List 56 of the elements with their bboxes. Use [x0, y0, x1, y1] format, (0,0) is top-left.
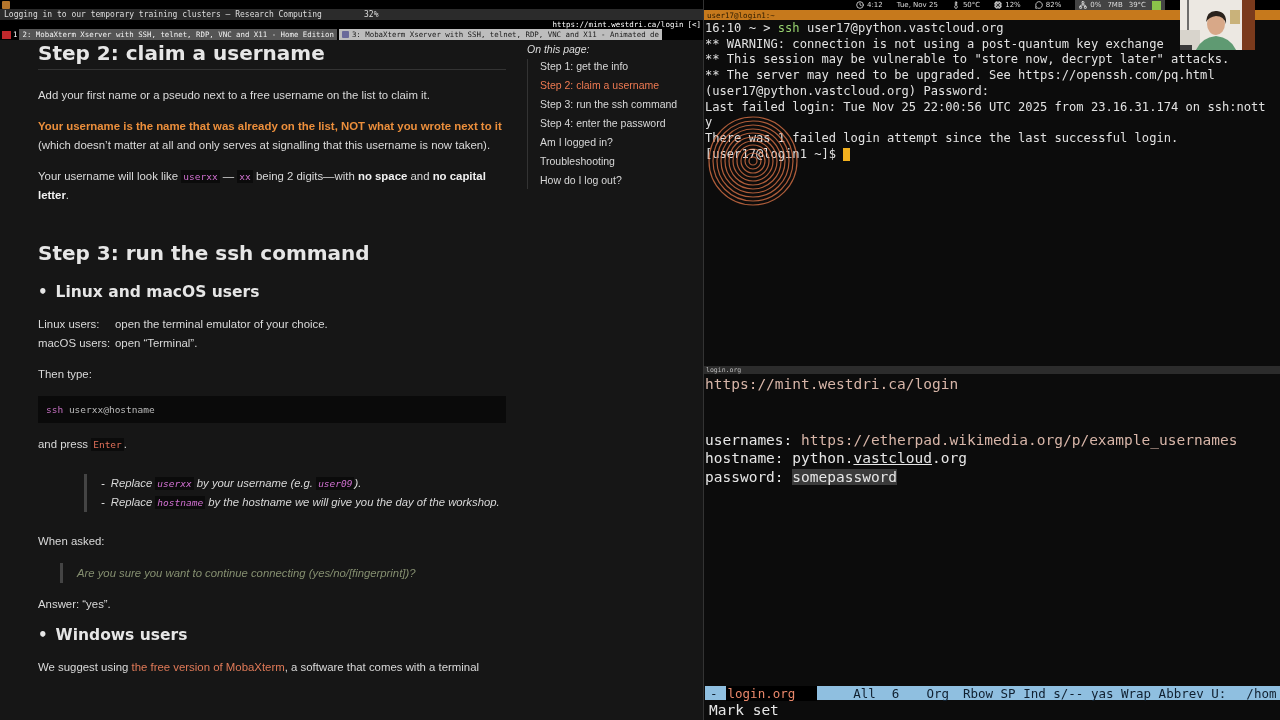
app-icon [341, 31, 349, 38]
terminal-line: ** This session may be vulnerable to "store now, decrypt later" attacks. [705, 52, 1231, 69]
editor-line: hostname: python.vastcloud.org [705, 449, 968, 468]
section-heading: Step 3: run the ssh command [38, 241, 371, 265]
chat-bubble-icon [1034, 1, 1043, 9]
terminal-line: Last failed login: Tue Nov 25 22:00:56 UTC 2025 from 23.16.31.174 on ssh:nott [705, 99, 1267, 116]
paragraph: Add your first name or a pseudo next to a free username on the list to claim it. [38, 88, 431, 103]
terminal-line: (user17@python.vastcloud.org) Password: [705, 83, 990, 100]
paragraph: and press Enter . [38, 437, 128, 453]
app-icon [2, 0, 10, 9]
chip-icon [994, 1, 1003, 9]
paragraph: Your username will look like userxx — xx being 2 digits—with no space and no capital letter. [38, 169, 487, 203]
terminal-line: 16:10 ~ > ssh user17@python.vastcloud.org [705, 21, 1005, 37]
terminal-line: ** WARNING: connection is not using a post-quantum key exchange [705, 36, 1165, 53]
note-text: Replace hostname by the hostname we will give you the day of the workshop. [110, 495, 500, 511]
toc-title: On this page: [527, 43, 591, 55]
paragraph: Your username is the name that was already on the list, NOT what you wrote next to it (which doesn’t matter at all and only serves at signalling that this username is now taken). [38, 119, 503, 153]
toc-link[interactable]: Step 2: claim a username [540, 78, 697, 94]
thermometer-icon [951, 1, 960, 9]
network-icon [1079, 1, 1088, 9]
status-indicator [1152, 0, 1161, 10]
paragraph: When asked: [38, 534, 106, 549]
terminal-line: ** The server may need to be upgraded. See https://openssh.com/pq.html [705, 68, 1216, 84]
term-label: macOS users: [38, 336, 112, 351]
paragraph: Then type: [38, 367, 93, 382]
app-icon [2, 30, 11, 39]
subsection-heading: Windows users [55, 626, 188, 644]
subsection-heading: Linux and macOS users [55, 283, 260, 301]
window-title: Logging in to our temporary training clusters — Research Computing [4, 10, 323, 19]
dash: - [101, 476, 105, 491]
term-label: Linux users: [38, 317, 101, 332]
doc-link[interactable]: the free version of MobaXterm [131, 661, 285, 673]
clock-icon [855, 1, 864, 9]
toc-link[interactable]: Am I logged in? [540, 135, 697, 151]
term-description: open “Terminal”. [115, 336, 199, 351]
toc-link[interactable]: Troubleshooting [540, 154, 697, 170]
url-link[interactable]: https://mint.westdri.ca/login [705, 375, 1280, 394]
bullet: • [38, 283, 48, 301]
paragraph: Answer: “yes”. [38, 597, 112, 612]
code-block: ssh userxx@hostname [38, 396, 506, 423]
bullet: • [38, 626, 48, 644]
quote-text: Are you sure you want to continue connecting (yes/no/[fingerprint])? [77, 566, 416, 581]
note-text: Replace userxx by your username (e.g. user09 ). [110, 476, 362, 492]
term-description: open the terminal emulator of your choice. [115, 317, 329, 332]
minibuffer-message: Mark set [708, 701, 780, 720]
scroll-percent: 32% [364, 10, 379, 19]
editor-line: password: somepassword [705, 467, 899, 486]
toc-link[interactable]: Step 1: get the info [540, 59, 697, 75]
toc-link[interactable]: How do I log out? [540, 173, 697, 189]
toc-link[interactable]: Step 3: run the ssh command [540, 97, 697, 113]
editor-line: usernames: https://etherpad.wikimedia.org/p/example_usernames [705, 430, 1239, 449]
paragraph: We suggest using the free version of MobaXterm, a software that comes with a terminal [38, 660, 481, 675]
terminal-line: y [705, 115, 714, 131]
toc-link[interactable]: Step 4: enter the password [540, 116, 697, 132]
dash: - [101, 495, 105, 510]
section-heading: Step 2: claim a username [38, 41, 506, 70]
